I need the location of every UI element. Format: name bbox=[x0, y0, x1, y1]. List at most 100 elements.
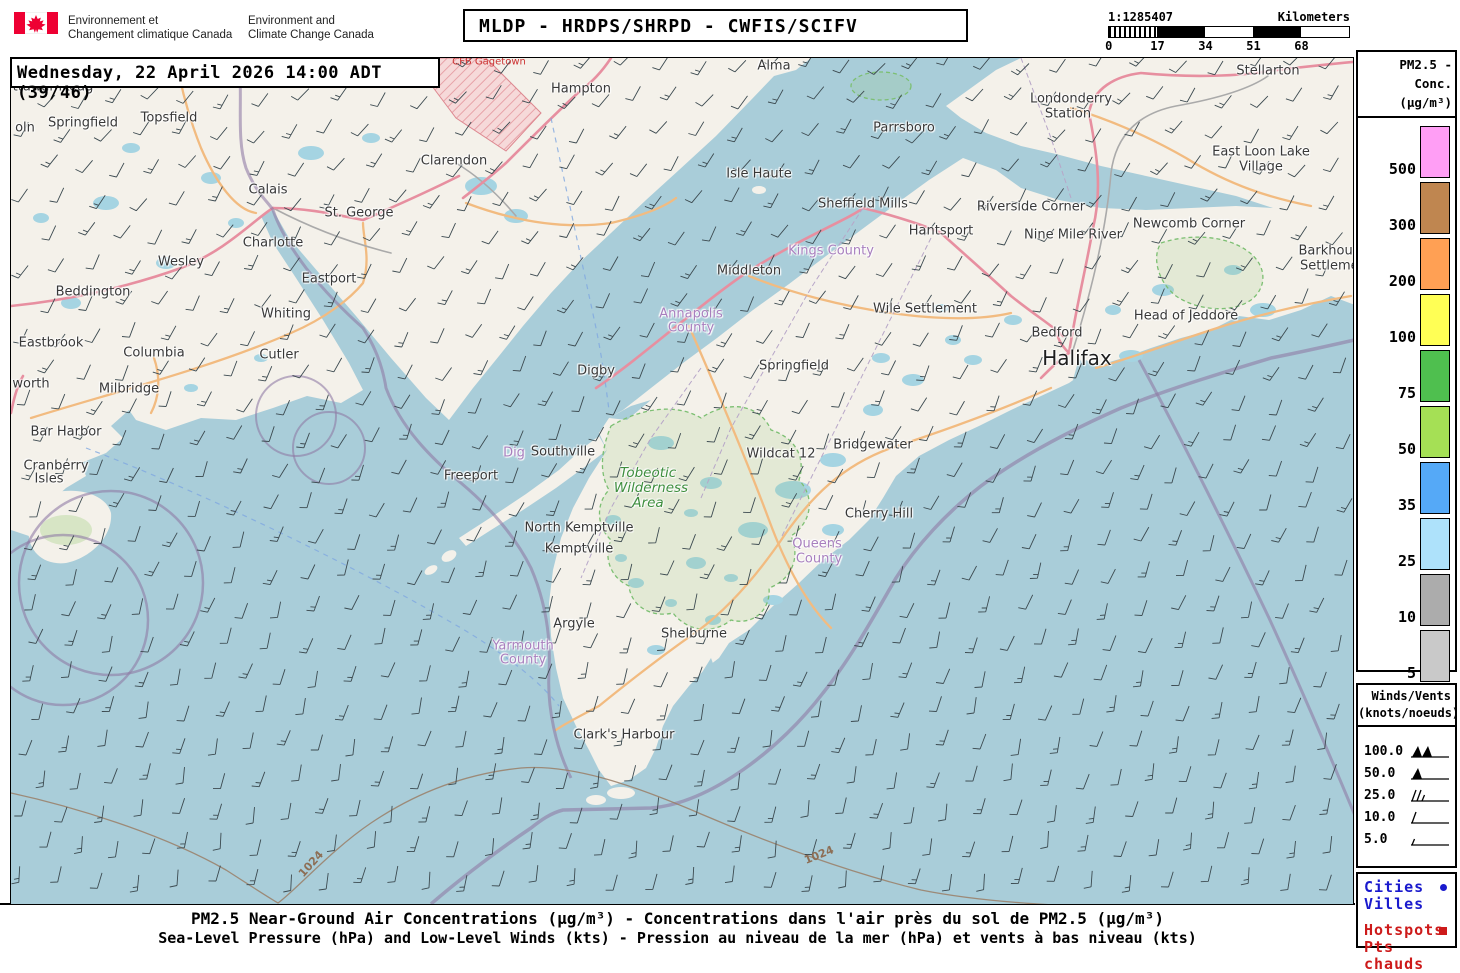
wind-speed-value: 10.0 bbox=[1364, 810, 1396, 826]
cities-label: Cities bbox=[1364, 878, 1449, 896]
map-label-isles: Isles bbox=[34, 471, 64, 487]
legend-class-value: 35 bbox=[1397, 496, 1416, 515]
legend-class-row: 500 bbox=[1358, 126, 1450, 179]
map-label-hampton: Hampton bbox=[551, 81, 611, 97]
timestamp-box: Wednesday, 22 April 2026 14:00 ADT (39/4… bbox=[11, 58, 440, 103]
map-label-queens: Queens bbox=[792, 536, 842, 552]
legend-swatch bbox=[1420, 518, 1450, 571]
map-label-oln: oln bbox=[15, 120, 35, 136]
map-label-londonderry: Londonderry bbox=[1029, 91, 1113, 107]
map-label-middleton: Middleton bbox=[716, 263, 782, 279]
legend-class-value: 100 bbox=[1388, 328, 1416, 347]
wind-barb-icon bbox=[1411, 838, 1449, 846]
legend-class-row: 300 bbox=[1358, 182, 1450, 235]
map-label-barkhouse: Barkhouse bbox=[1298, 243, 1353, 259]
wind-legend-panel: Winds/Vents (knots/noeuds) 100.0 50.0 25.0… bbox=[1356, 683, 1459, 868]
legend-class-row: 75 bbox=[1358, 350, 1450, 403]
legend-divider bbox=[1358, 116, 1455, 119]
map-label-head-of-jeddore: Head of Jeddore bbox=[1133, 308, 1239, 324]
wind-legend-row: 5.0 bbox=[1358, 829, 1455, 851]
legend-class-value: 500 bbox=[1388, 160, 1416, 179]
map-label-dig: Dig bbox=[503, 445, 525, 461]
map-label-cutler: Cutler bbox=[259, 347, 299, 363]
map-label-st-george: St. George bbox=[324, 205, 394, 221]
map-label-village: Village bbox=[1239, 159, 1283, 175]
scale-strip bbox=[1108, 26, 1350, 38]
map-label-county: County bbox=[795, 551, 843, 567]
map-label-springfield: Springfield bbox=[47, 115, 119, 131]
map-label-clark-s-harbour: Clark's Harbour bbox=[573, 727, 675, 743]
wind-barb-icon bbox=[1411, 789, 1449, 802]
map-label-county: County bbox=[499, 652, 547, 668]
canada-flag-icon bbox=[14, 12, 58, 34]
map-label-digby: Digby bbox=[577, 363, 615, 379]
wind-speed-value: 25.0 bbox=[1364, 788, 1396, 804]
wind-barb-icon bbox=[1411, 745, 1449, 758]
legend-class-row: 200 bbox=[1358, 238, 1450, 291]
scale-tick: 0 bbox=[1105, 39, 1113, 53]
map-label-whiting: Whiting bbox=[261, 306, 311, 322]
legend-divider bbox=[1358, 724, 1455, 727]
legend-swatch bbox=[1420, 406, 1450, 459]
map-label-halifax: Halifax bbox=[1042, 346, 1112, 370]
scale-tick: 51 bbox=[1246, 39, 1261, 53]
map-label-station: Station bbox=[1044, 106, 1092, 122]
pm25-legend-panel: PM2.5 - Conc. (µg/m³) 500 300 200 100 75 50 35… bbox=[1356, 50, 1457, 683]
wind-legend-row: 100.0 bbox=[1358, 741, 1455, 763]
wind-barb-icon bbox=[1411, 811, 1449, 824]
product-title: MLDP - HRDPS/SHRPD - CWFIS/SCIFV bbox=[463, 9, 968, 42]
legend-class-row: 5 bbox=[1358, 630, 1450, 683]
legend-class-value: 25 bbox=[1397, 552, 1416, 571]
legend-class-value: 50 bbox=[1397, 440, 1416, 459]
map-label-bedford: Bedford bbox=[1031, 325, 1083, 341]
header-bar: Environnement et Changement climatique Ca… bbox=[0, 0, 1460, 57]
map-label-beddington: Beddington bbox=[55, 284, 131, 300]
wind-speed-value: 100.0 bbox=[1364, 744, 1404, 760]
caption: PM2.5 Near-Ground Air Concentrations (µg… bbox=[0, 905, 1355, 947]
legend-class-value: 300 bbox=[1388, 216, 1416, 235]
scale-tick: 17 bbox=[1150, 39, 1165, 53]
pm25-legend-title: PM2.5 - Conc. (µg/m³) bbox=[1399, 57, 1452, 110]
map-label-argyle: Argyle bbox=[553, 616, 595, 632]
legend-swatch bbox=[1420, 350, 1450, 403]
legend-class-value: 5 bbox=[1406, 664, 1416, 683]
map-label-east-loon-lake: East Loon Lake bbox=[1212, 144, 1310, 160]
legend-swatch bbox=[1420, 462, 1450, 515]
scale-ratio: 1:1285407 bbox=[1108, 10, 1174, 24]
city-dot-icon bbox=[1440, 884, 1447, 891]
map-canvas: ttawamkeagolnSpringfieldTopsfieldCalaisS… bbox=[10, 57, 1354, 905]
legend-class-row: 100 bbox=[1358, 294, 1450, 347]
map-label-cfb-gagetown: CFB Gagetown bbox=[452, 57, 526, 68]
map-label-wesley: Wesley bbox=[157, 254, 205, 270]
map-label-clarendon: Clarendon bbox=[420, 153, 488, 169]
legend-class-row: 35 bbox=[1358, 462, 1450, 515]
map-label-columbia: Columbia bbox=[123, 345, 185, 361]
legend-swatch bbox=[1420, 126, 1450, 179]
map-label-yarmouth: Yarmouth bbox=[492, 638, 554, 654]
map-label-bar-harbor: Bar Harbor bbox=[30, 424, 102, 440]
map-label-riverside-corner: Riverside Corner bbox=[976, 199, 1086, 215]
legend-swatch bbox=[1420, 294, 1450, 347]
map-label-nine-mile-river: Nine Mile River bbox=[1024, 227, 1122, 243]
wind-legend-row: 25.0 bbox=[1358, 785, 1455, 807]
hotspot-square-icon bbox=[1439, 926, 1447, 935]
map-label-parrsboro: Parrsboro bbox=[873, 120, 935, 136]
map-label-springfield: Springfield bbox=[758, 358, 830, 374]
map-label-isle-haute: Isle Haute bbox=[726, 166, 792, 182]
scale-unit-label: Kilometers bbox=[1277, 10, 1350, 24]
legend-class-value: 200 bbox=[1388, 272, 1416, 291]
map-label-settlement: Settlement bbox=[1299, 258, 1353, 274]
map-label-wildcat-12: Wildcat 12 bbox=[746, 446, 816, 462]
legend-class-row: 25 bbox=[1358, 518, 1450, 571]
map-label-cherry-hill: Cherry Hill bbox=[844, 506, 914, 522]
map-label-newcomb-corner: Newcomb Corner bbox=[1132, 216, 1246, 232]
scale-tick: 34 bbox=[1198, 39, 1213, 53]
wind-legend-row: 10.0 bbox=[1358, 807, 1455, 829]
map-label-wile-settlement: Wile Settlement bbox=[873, 301, 977, 317]
map-label-bridgewater: Bridgewater bbox=[833, 437, 913, 453]
map-label-southville: Southville bbox=[530, 444, 596, 460]
map-label-stellarton: Stellarton bbox=[1236, 63, 1300, 79]
org-name-french: Environnement et Changement climatique Ca… bbox=[68, 15, 233, 42]
cities-label-fr: Villes bbox=[1364, 895, 1425, 914]
legend-class-row: 10 bbox=[1358, 574, 1450, 627]
